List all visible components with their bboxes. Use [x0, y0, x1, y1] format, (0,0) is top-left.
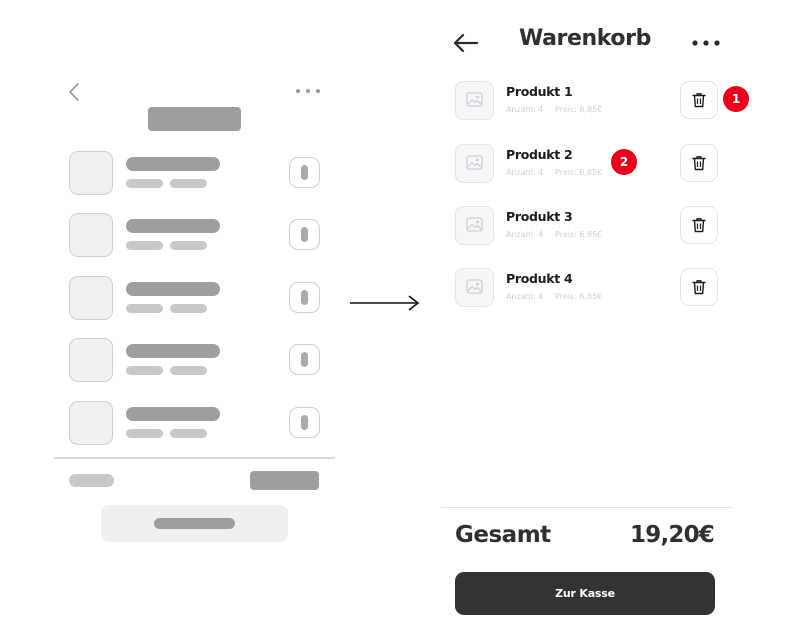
- delete-item-button[interactable]: [680, 206, 718, 244]
- product-price: Preis: 6,85€: [555, 292, 603, 301]
- product-thumbnail: [455, 81, 494, 120]
- cart-item: Produkt 3 Anzahl: 4 Preis: 6,85€: [455, 206, 720, 246]
- wireframe-cta-placeholder: [101, 505, 288, 542]
- wireframe-action-button: [289, 282, 320, 313]
- delete-item-button[interactable]: [680, 144, 718, 182]
- product-quantity: Anzahl: 4: [506, 292, 544, 301]
- trash-icon: [692, 156, 706, 171]
- wireframe-row: [69, 213, 321, 257]
- product-thumbnail: [455, 206, 494, 245]
- total-label: Gesamt: [455, 522, 551, 548]
- canvas: Warenkorb Produkt 1 Anzahl: 4 Preis: 6,8…: [0, 0, 800, 634]
- cart-item: Produkt 1 Anzahl: 4 Preis: 6,85€: [455, 81, 720, 121]
- trash-icon: [692, 93, 706, 108]
- wireframe-text-bar: [126, 304, 163, 313]
- product-price: Preis: 6,85€: [555, 105, 603, 114]
- annotation-badge: 2: [611, 149, 637, 175]
- arrow-left-icon[interactable]: [452, 32, 478, 54]
- product-name: Produkt 4: [506, 271, 573, 286]
- wireframe-divider: [54, 457, 335, 459]
- wireframe-thumbnail: [69, 401, 113, 445]
- trash-icon: [692, 218, 706, 233]
- product-quantity: Anzahl: 4: [506, 230, 544, 239]
- product-quantity: Anzahl: 4: [506, 105, 544, 114]
- delete-item-button[interactable]: [680, 268, 718, 306]
- wireframe-text-bar: [126, 366, 163, 375]
- cart-item: Produkt 2 Anzahl: 4 Preis: 6,85€: [455, 144, 720, 184]
- wireframe-row: [69, 151, 321, 195]
- wireframe-row: [69, 401, 321, 445]
- wireframe-text-bar: [126, 282, 220, 296]
- wireframe-text-bar: [126, 179, 163, 188]
- wireframe-title-placeholder: [148, 107, 241, 131]
- cart-item: Produkt 4 Anzahl: 4 Preis: 6,85€: [455, 268, 720, 308]
- wireframe-thumbnail: [69, 151, 113, 195]
- wireframe-total-value-placeholder: [250, 471, 319, 490]
- wireframe-text-bar: [126, 429, 163, 438]
- wireframe-more-icon: [296, 89, 320, 93]
- page-title: Warenkorb: [519, 26, 651, 51]
- product-thumbnail: [455, 144, 494, 183]
- wireframe-action-button: [289, 157, 320, 188]
- image-placeholder-icon: [466, 279, 483, 294]
- wireframe-action-button: [289, 344, 320, 375]
- product-name: Produkt 3: [506, 209, 573, 224]
- product-name: Produkt 2: [506, 147, 573, 162]
- wireframe-thumbnail: [69, 276, 113, 320]
- more-horizontal-icon[interactable]: [692, 38, 720, 48]
- wireframe-row: [69, 338, 321, 382]
- wireframe-text-bar: [126, 407, 220, 421]
- product-quantity: Anzahl: 4: [506, 168, 544, 177]
- wireframe-text-bar: [126, 344, 220, 358]
- checkout-button[interactable]: Zur Kasse: [455, 572, 715, 615]
- wireframe-action-button: [289, 219, 320, 250]
- wireframe-text-bar: [170, 304, 207, 313]
- trash-icon: [692, 280, 706, 295]
- wireframe-chevron-left-icon: [69, 83, 79, 101]
- delete-item-button[interactable]: [680, 81, 718, 119]
- wireframe-action-button: [289, 407, 320, 438]
- wireframe-thumbnail: [69, 213, 113, 257]
- product-price: Preis: 6,85€: [555, 168, 603, 177]
- arrow-right-icon: [350, 295, 420, 311]
- wireframe-text-bar: [170, 366, 207, 375]
- wireframe-text-bar: [170, 179, 207, 188]
- total-value: 19,20€: [630, 522, 715, 548]
- wireframe-text-bar: [126, 219, 220, 233]
- product-name: Produkt 1: [506, 84, 573, 99]
- wireframe-row: [69, 276, 321, 320]
- summary-divider: [441, 507, 733, 508]
- wireframe-thumbnail: [69, 338, 113, 382]
- annotation-badge: 1: [723, 86, 749, 112]
- image-placeholder-icon: [466, 217, 483, 232]
- image-placeholder-icon: [466, 155, 483, 170]
- wireframe-text-bar: [126, 241, 163, 250]
- image-placeholder-icon: [466, 92, 483, 107]
- product-thumbnail: [455, 268, 494, 307]
- product-price: Preis: 6,85€: [555, 230, 603, 239]
- wireframe-text-bar: [126, 157, 220, 171]
- wireframe-total-label-placeholder: [69, 474, 114, 487]
- wireframe-text-bar: [170, 429, 207, 438]
- wireframe-text-bar: [170, 241, 207, 250]
